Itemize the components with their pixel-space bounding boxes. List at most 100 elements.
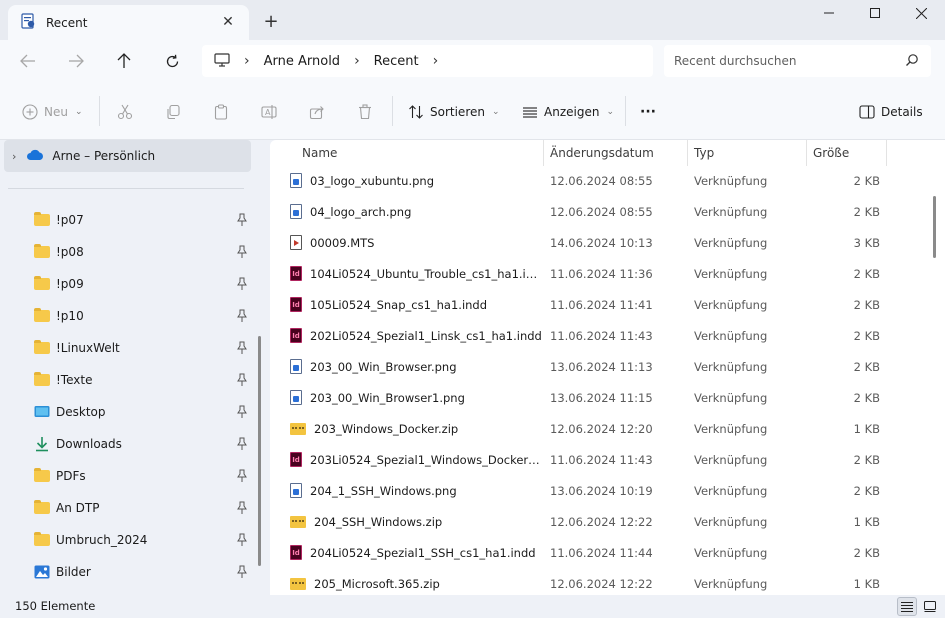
search-input[interactable] <box>674 54 894 68</box>
column-header-size[interactable]: Größe <box>807 140 887 166</box>
column-header-date[interactable]: Änderungsdatum <box>544 140 688 166</box>
details-view-toggle[interactable] <box>897 597 917 616</box>
table-row[interactable]: 04_logo_arch.png 12.06.2024 08:55 Verknüpf… <box>270 196 890 227</box>
file-name-cell: 203_00_Win_Browser1.png <box>290 382 542 413</box>
new-button[interactable]: Neu ⌄ <box>22 100 83 124</box>
details-button-label: Details <box>881 105 923 119</box>
pin-icon[interactable] <box>236 501 248 515</box>
details-button[interactable]: Details <box>859 100 923 124</box>
pin-icon[interactable] <box>236 565 248 579</box>
svg-text:A: A <box>265 108 271 117</box>
breadcrumb-recent[interactable]: Recent <box>374 54 419 69</box>
copy-button[interactable] <box>165 100 181 124</box>
arrow-left-icon <box>20 54 35 68</box>
sidebar-item-onedrive[interactable]: › Arne – Persönlich <box>4 140 251 172</box>
monitor-icon <box>214 52 230 70</box>
sidebar-item[interactable]: !p10 <box>4 301 254 331</box>
pin-icon[interactable] <box>236 277 248 291</box>
video-file-icon <box>290 235 302 250</box>
column-header-type[interactable]: Typ <box>688 140 807 166</box>
column-header-name[interactable]: ^ Name <box>296 140 544 166</box>
table-row[interactable]: Id 203Li0524_Spezial1_Windows_Docker_cs1.… <box>270 444 890 475</box>
pin-icon[interactable] <box>236 437 248 451</box>
maximize-button[interactable] <box>852 0 898 26</box>
sidebar-item[interactable]: Downloads <box>4 429 254 459</box>
indesign-file-icon: Id <box>290 452 302 467</box>
pin-icon[interactable] <box>236 405 248 419</box>
table-row[interactable]: 03_logo_xubuntu.png 12.06.2024 08:55 Verkn… <box>270 165 890 196</box>
breadcrumb-chevron-icon[interactable]: › <box>354 53 360 69</box>
back-button[interactable] <box>14 48 42 74</box>
pin-icon[interactable] <box>236 213 248 227</box>
breadcrumb-user[interactable]: Arne Arnold <box>264 54 340 69</box>
tab-close-icon[interactable]: ✕ <box>219 13 237 31</box>
sidebar-item[interactable]: An DTP <box>4 493 254 523</box>
file-name: 203_00_Win_Browser1.png <box>310 390 465 405</box>
rename-button[interactable]: A <box>261 100 277 124</box>
sidebar-item[interactable]: Umbruch_2024 <box>4 525 254 555</box>
table-row[interactable]: 205_Microsoft.365.zip 12.06.2024 12:22 Ver… <box>270 568 890 595</box>
file-type: Verknüpfung <box>694 173 768 188</box>
view-button[interactable]: Anzeigen ⌄ <box>522 100 614 124</box>
pin-icon[interactable] <box>236 245 248 259</box>
sidebar-item-label: !Texte <box>56 373 93 387</box>
chevron-right-icon[interactable]: › <box>12 150 16 163</box>
sort-arrows-icon <box>409 105 423 119</box>
chevron-down-icon: ⌄ <box>491 107 500 117</box>
tab-recent[interactable]: Recent ✕ <box>8 5 249 40</box>
sidebar-item[interactable]: Bilder <box>4 557 254 587</box>
item-count: 150 Elemente <box>15 599 96 613</box>
pin-icon[interactable] <box>236 373 248 387</box>
file-date: 12.06.2024 12:22 <box>550 576 653 591</box>
table-row[interactable]: 204_1_SSH_Windows.png 13.06.2024 10:19 Ver… <box>270 475 890 506</box>
file-name-cell: 204_1_SSH_Windows.png <box>290 475 542 506</box>
table-row[interactable]: Id 104Li0524_Ubuntu_Trouble_cs1_ha1.indd 1… <box>270 258 890 289</box>
cut-button[interactable] <box>117 100 133 124</box>
close-window-button[interactable] <box>898 0 944 26</box>
minimize-button[interactable] <box>806 0 852 26</box>
status-bar: 150 Elemente <box>0 595 945 618</box>
folder-recent-icon <box>20 13 36 32</box>
paste-button[interactable] <box>213 100 229 124</box>
sidebar-item[interactable]: Desktop <box>4 397 254 427</box>
breadcrumb-chevron-icon[interactable]: › <box>433 53 439 69</box>
sort-button[interactable]: Sortieren ⌄ <box>408 100 500 124</box>
file-list-scrollbar[interactable] <box>933 196 936 258</box>
more-options-button[interactable]: ··· <box>640 100 656 124</box>
file-name-cell: 04_logo_arch.png <box>290 196 542 227</box>
pin-icon[interactable] <box>236 469 248 483</box>
sidebar-item[interactable]: !Texte <box>4 365 254 395</box>
table-row[interactable]: 203_00_Win_Browser.png 13.06.2024 11:13 Ve… <box>270 351 890 382</box>
table-row[interactable]: 00009.MTS 14.06.2024 10:13 Verknüpfung 3 KB <box>270 227 890 258</box>
breadcrumb-chevron-icon[interactable]: › <box>244 53 250 69</box>
table-row[interactable]: 204_SSH_Windows.zip 12.06.2024 12:22 Verkn… <box>270 506 890 537</box>
refresh-button[interactable] <box>158 48 186 74</box>
sidebar-item[interactable]: !p07 <box>4 205 254 235</box>
share-button[interactable] <box>309 100 325 124</box>
sidebar-item[interactable]: PDFs <box>4 461 254 491</box>
sidebar-scrollbar[interactable] <box>258 336 261 566</box>
command-bar: Neu ⌄ A Sortieren ⌄ Anzeigen ⌄ ··· Detai… <box>0 82 945 140</box>
indesign-file-icon: Id <box>290 266 302 281</box>
pin-icon[interactable] <box>236 309 248 323</box>
new-tab-button[interactable]: + <box>260 10 282 32</box>
sidebar-item[interactable]: !p08 <box>4 237 254 267</box>
sidebar-item[interactable]: !LinuxWelt <box>4 333 254 363</box>
tiles-view-toggle[interactable] <box>920 597 940 616</box>
forward-button[interactable] <box>62 48 90 74</box>
table-row[interactable]: Id 204Li0524_Spezial1_SSH_cs1_ha1.indd 11.… <box>270 537 890 568</box>
image-file-icon <box>290 173 302 188</box>
table-row[interactable]: Id 202Li0524_Spezial1_Linsk_cs1_ha1.indd 1… <box>270 320 890 351</box>
pin-icon[interactable] <box>236 341 248 355</box>
search-icon[interactable] <box>905 53 921 69</box>
table-row[interactable]: Id 105Li0524_Snap_cs1_ha1.indd 11.06.2024 … <box>270 289 890 320</box>
table-row[interactable]: 203_00_Win_Browser1.png 13.06.2024 11:15 V… <box>270 382 890 413</box>
address-bar[interactable]: › Arne Arnold › Recent › <box>202 45 653 77</box>
pin-icon[interactable] <box>236 533 248 547</box>
up-button[interactable] <box>110 48 138 74</box>
sidebar-item[interactable]: !p09 <box>4 269 254 299</box>
table-row[interactable]: 203_Windows_Docker.zip 12.06.2024 12:20 Ve… <box>270 413 890 444</box>
file-type: Verknüpfung <box>694 576 768 591</box>
delete-button[interactable] <box>357 100 373 124</box>
toolbar-divider <box>392 96 393 126</box>
